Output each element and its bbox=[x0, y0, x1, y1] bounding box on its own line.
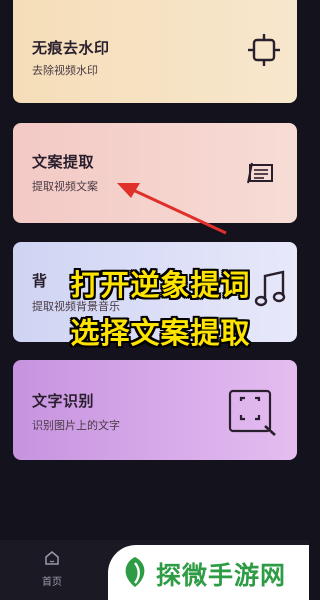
scan-search-icon bbox=[228, 389, 276, 436]
card-title: 文案提取 bbox=[32, 154, 95, 171]
crop-frame-icon bbox=[248, 34, 280, 66]
leaf-logo-icon bbox=[125, 557, 145, 587]
card-subtitle: 提取视频文案 bbox=[32, 181, 98, 193]
card-copy-extraction[interactable]: 文案提取 提取视频文案 bbox=[13, 123, 297, 223]
card-subtitle: 去除视频水印 bbox=[32, 65, 98, 77]
card-watermark-removal[interactable]: 无痕去水印 去除视频水印 bbox=[13, 0, 297, 103]
card-title: 文字识别 bbox=[32, 393, 95, 410]
home-icon bbox=[45, 551, 59, 565]
card-text-recognition[interactable]: 文字识别 识别图片上的文字 bbox=[13, 360, 297, 460]
watermark-text: 探微手游网 bbox=[156, 562, 287, 590]
card-title: 无痕去水印 bbox=[32, 40, 110, 57]
tab-home-label: 首页 bbox=[42, 577, 62, 588]
overlay-caption-line-1: 打开逆象提词 bbox=[70, 270, 251, 302]
note-pen-icon bbox=[247, 162, 273, 184]
overlay-caption-line-2: 选择文案提取 bbox=[70, 318, 251, 350]
tab-home[interactable]: 首页 bbox=[27, 550, 77, 588]
site-watermark: 探微手游网 bbox=[108, 545, 309, 600]
card-subtitle: 识别图片上的文字 bbox=[32, 420, 120, 432]
